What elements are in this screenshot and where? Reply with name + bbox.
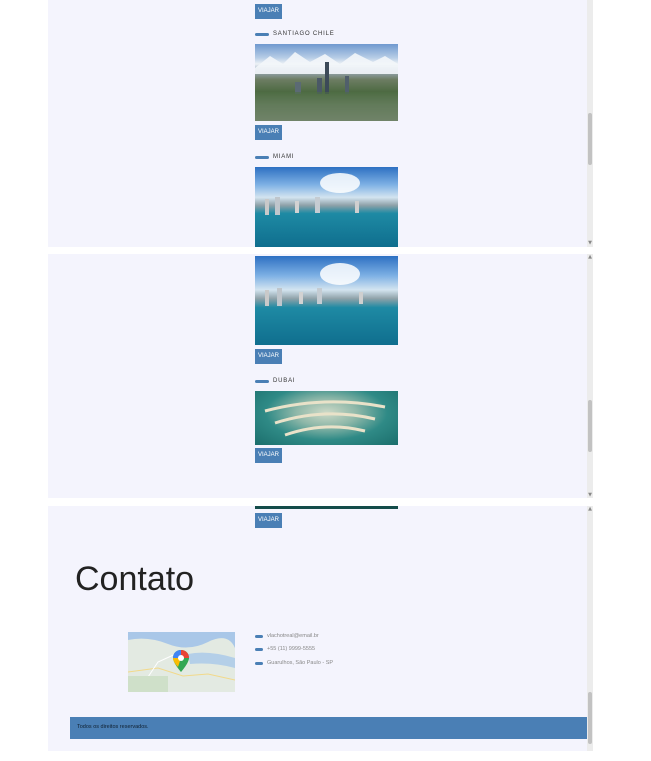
contact-heading: Contato — [75, 560, 195, 598]
dubai-palm-graphic — [264, 400, 386, 437]
destination-label: DUBAI — [273, 378, 296, 384]
scroll-down-icon[interactable]: ▼ — [587, 240, 593, 246]
miami-skyline-graphic — [265, 173, 360, 215]
santiago-skyline-graphic — [255, 52, 398, 121]
viajar-button[interactable]: VIAJAR — [255, 125, 283, 140]
phone-icon — [255, 647, 263, 651]
miami-photo — [255, 256, 398, 345]
contact-location-text: Guarulhos, São Paulo - SP — [267, 660, 334, 666]
email-icon — [255, 634, 263, 638]
destination-title: DUBAI — [255, 377, 295, 385]
footer: Todos os direitos reservados. — [70, 717, 587, 739]
scroll-down-icon[interactable]: ▼ — [587, 492, 593, 498]
scrollbar[interactable]: ▲ — [587, 506, 593, 751]
santiago-chile-photo — [255, 44, 398, 121]
destination-title: MIAMI — [255, 153, 294, 161]
contact-location: Guarulhos, São Paulo - SP — [255, 659, 333, 667]
contact-email-text: vlachotreal@email.br — [267, 633, 319, 639]
contact-email: vlachotreal@email.br — [255, 632, 319, 640]
scrollbar-thumb[interactable] — [588, 692, 592, 744]
contact-phone: +55 (11) 9999-5555 — [255, 645, 315, 653]
location-map[interactable] — [128, 632, 235, 692]
miami-photo — [255, 167, 398, 247]
viajar-button[interactable]: VIAJAR — [255, 513, 283, 528]
footer-text: Todos os direitos reservados. — [77, 724, 149, 730]
viajar-button[interactable]: VIAJAR — [255, 448, 283, 463]
viajar-button[interactable]: VIAJAR — [255, 4, 283, 19]
contact-phone-text: +55 (11) 9999-5555 — [267, 646, 316, 652]
scroll-up-icon[interactable]: ▲ — [587, 254, 593, 260]
destination-label: MIAMI — [273, 154, 295, 160]
miami-skyline-graphic — [265, 263, 363, 306]
title-bar-marker — [255, 155, 269, 159]
title-bar-marker — [255, 32, 269, 36]
scrollbar-thumb[interactable] — [588, 113, 592, 165]
destination-title: SANTIAGO CHILE — [255, 30, 335, 38]
scrollbar[interactable]: ▲ ▼ — [587, 254, 593, 498]
viewport-panel-3: VIAJAR Contato vlachotreal@email.br +55 … — [48, 506, 593, 751]
scroll-up-icon[interactable]: ▲ — [587, 506, 593, 512]
viewport-panel-1: VIAJAR SANTIAGO CHILE VIAJAR MIAMI ▼ — [48, 0, 593, 247]
scrollbar[interactable]: ▼ — [587, 0, 593, 247]
viajar-button[interactable]: VIAJAR — [255, 349, 283, 364]
map-pin-icon — [173, 650, 189, 672]
destination-label: SANTIAGO CHILE — [273, 31, 335, 37]
dubai-photo — [255, 391, 398, 445]
scrollbar-thumb[interactable] — [588, 400, 592, 452]
location-icon — [255, 661, 263, 665]
dubai-photo-edge — [255, 506, 398, 509]
title-bar-marker — [255, 379, 269, 383]
viewport-panel-2: VIAJAR DUBAI VIAJAR ▲ ▼ — [48, 254, 593, 498]
